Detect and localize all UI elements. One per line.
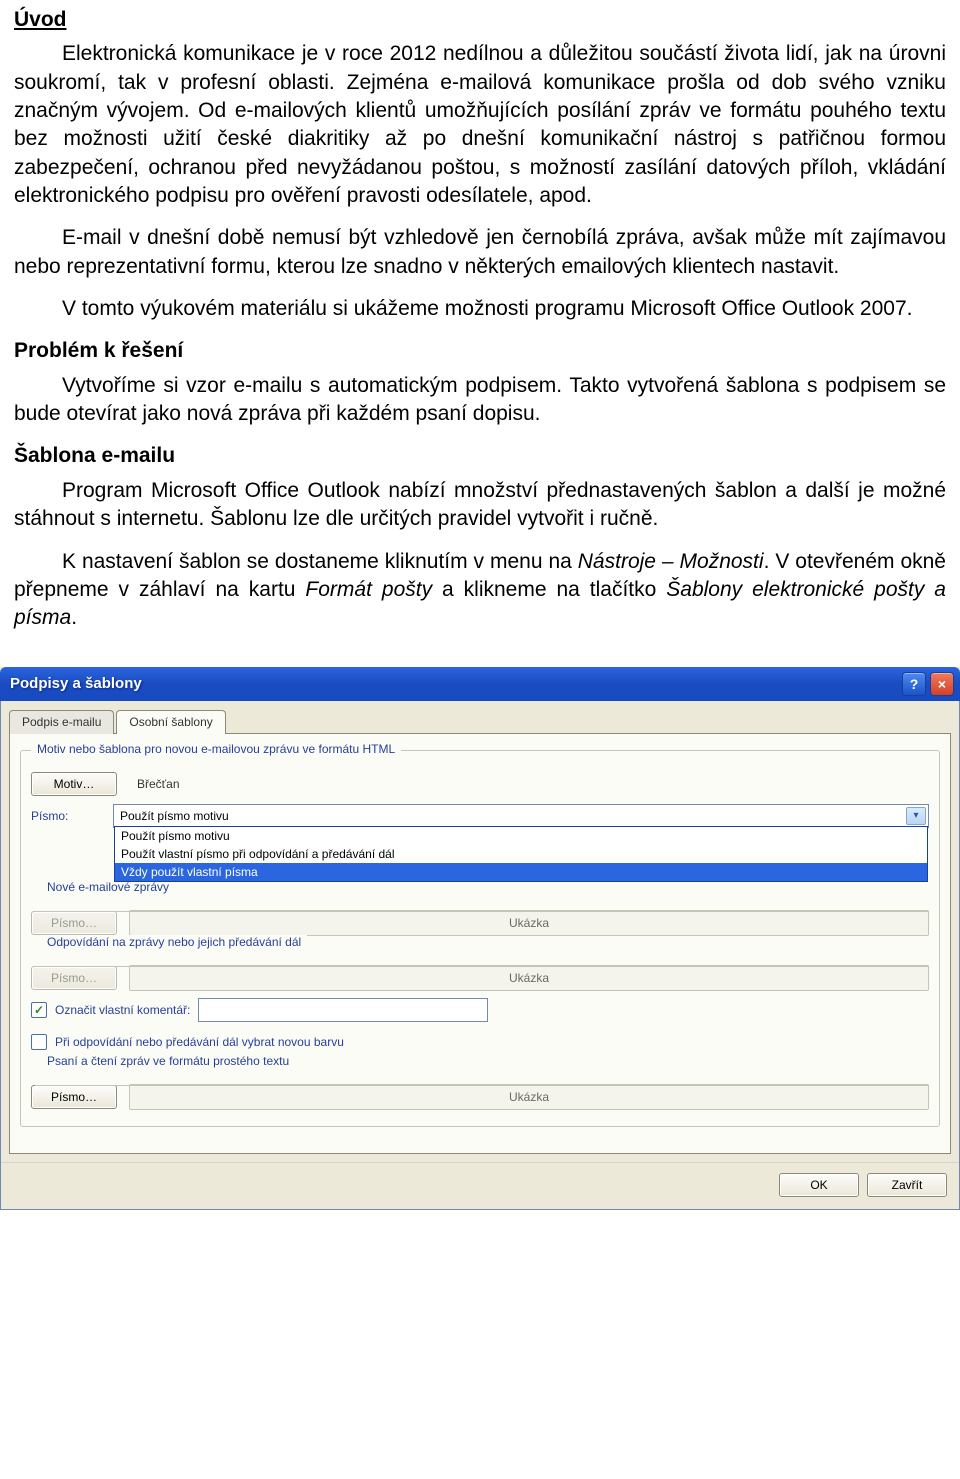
group-html-theme-legend: Motiv nebo šablona pro novou e-mailovou … (31, 742, 401, 756)
section-plain-legend: Psaní a čtení zpráv ve formátu prostého … (41, 1054, 295, 1068)
font-new-button: Písmo… (31, 911, 117, 935)
heading-intro: Úvod (14, 6, 946, 34)
close-button[interactable]: Zavřít (867, 1173, 947, 1197)
font-label: Písmo: (31, 809, 101, 823)
font-usage-option-1[interactable]: Použít vlastní písmo při odpovídání a př… (115, 845, 927, 863)
paragraph-2: E-mail v dnešní době nemusí být vzhledov… (14, 224, 946, 281)
heading-problem: Problém k řešení (14, 337, 946, 365)
dialog-title: Podpisy a šablony (10, 675, 142, 692)
font-usage-option-0[interactable]: Použít písmo motivu (115, 827, 927, 845)
sample-plain: Ukázka (129, 1084, 929, 1110)
p6-text-a: K nastavení šablon se dostaneme kliknutí… (62, 550, 578, 573)
paragraph-1: Elektronická komunikace je v roce 2012 n… (14, 40, 946, 210)
p6-card-name: Formát pošty (305, 578, 432, 601)
section-new-legend: Nové e-mailové zprávy (41, 880, 175, 894)
p6-menu-path: Nástroje – Možnosti (578, 550, 764, 573)
p6-text-g: . (71, 606, 77, 629)
checkbox-new-color[interactable] (31, 1034, 47, 1050)
font-usage-value: Použít písmo motivu (120, 809, 229, 823)
sample-new: Ukázka (129, 910, 929, 936)
font-usage-select[interactable]: Použít písmo motivu ▾ Použít písmo motiv… (113, 804, 929, 828)
titlebar-help-button[interactable]: ? (902, 672, 926, 696)
theme-value: Břečťan (137, 777, 180, 791)
paragraph-4: Vytvoříme si vzor e-mailu s automatickým… (14, 372, 946, 429)
paragraph-5: Program Microsoft Office Outlook nabízí … (14, 477, 946, 534)
p6-text-e: a klikneme na tlačítko (432, 578, 666, 601)
font-usage-option-2[interactable]: Vždy použít vlastní písma (115, 863, 927, 881)
help-icon: ? (910, 676, 919, 692)
paragraph-6: K nastavení šablon se dostaneme kliknutí… (14, 548, 946, 633)
heading-template: Šablona e-mailu (14, 442, 946, 470)
chevron-down-icon: ▾ (906, 807, 926, 825)
font-plain-button[interactable]: Písmo… (31, 1085, 117, 1109)
font-reply-button: Písmo… (31, 966, 117, 990)
paragraph-3: V tomto výukovém materiálu si ukážeme mo… (14, 295, 946, 323)
checkbox-mark-comment-label: Označit vlastní komentář: (55, 1003, 190, 1017)
tab-personal-templates[interactable]: Osobní šablony (116, 710, 225, 734)
sample-reply: Ukázka (129, 965, 929, 991)
font-usage-dropdown: Použít písmo motivu Použít vlastní písmo… (114, 826, 928, 882)
tab-email-signature[interactable]: Podpis e-mailu (9, 710, 114, 734)
titlebar-close-button[interactable]: × (930, 672, 954, 696)
group-html-theme: Motiv nebo šablona pro novou e-mailovou … (20, 750, 940, 1127)
dialog-titlebar[interactable]: Podpisy a šablony ? × (0, 667, 960, 701)
checkbox-mark-comment[interactable] (31, 1002, 47, 1018)
mark-comment-input[interactable] (198, 998, 488, 1022)
section-reply-legend: Odpovídání na zprávy nebo jejich předává… (41, 935, 307, 949)
dialog-signatures-templates: Podpisy a šablony ? × Podpis e-mailu Oso… (0, 667, 960, 1210)
ok-button[interactable]: OK (779, 1173, 859, 1197)
theme-button[interactable]: Motiv… (31, 772, 117, 796)
checkbox-new-color-label: Při odpovídání nebo předávání dál vybrat… (55, 1035, 344, 1049)
close-icon: × (938, 676, 946, 692)
